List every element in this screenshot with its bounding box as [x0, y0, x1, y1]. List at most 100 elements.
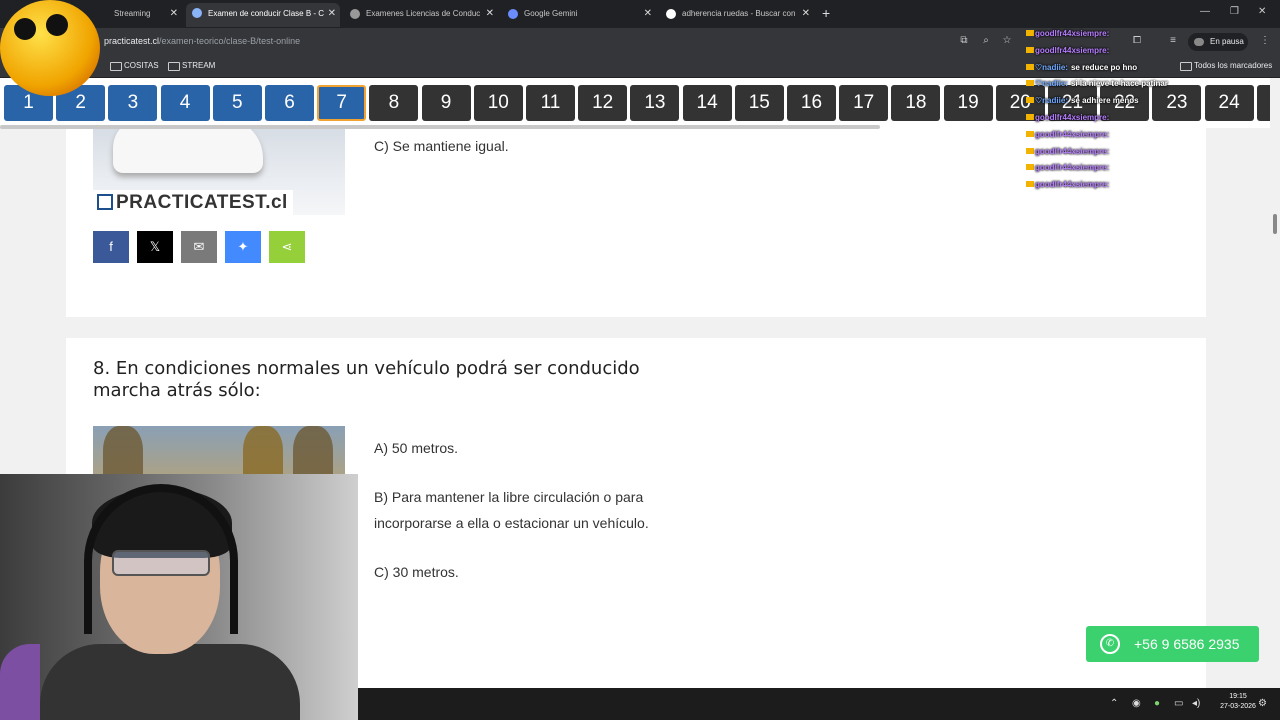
vertical-scrollbar[interactable]: [1270, 78, 1280, 688]
gemini-icon: [508, 9, 518, 19]
question-number-button[interactable]: 16: [787, 85, 836, 121]
globe-icon: [350, 9, 360, 19]
question-number-button[interactable]: 15: [734, 85, 784, 121]
question-number-button[interactable]: 10: [473, 85, 523, 121]
question-number-button[interactable]: 17: [839, 85, 889, 121]
chat-message: goodlfr44xsiempre:: [1026, 29, 1112, 38]
question-number-button[interactable]: 18: [891, 85, 941, 121]
scroll-thumb[interactable]: [1273, 214, 1277, 234]
horizontal-scrollbar[interactable]: [0, 125, 880, 129]
tab-examen-conducir[interactable]: Examen de conducir Clase B - C ✕: [186, 3, 340, 27]
option-b[interactable]: B) Para mantener la libre circulación o …: [374, 484, 694, 536]
close-tab-icon[interactable]: ✕: [170, 4, 178, 24]
close-tab-icon[interactable]: ✕: [486, 4, 494, 24]
chat-username: goodlfr44xsiempre:: [1035, 180, 1110, 190]
crown-badge-icon: [1026, 80, 1034, 87]
question-number-button[interactable]: 13: [630, 85, 680, 121]
screen: Streaming ✕ Examen de conducir Clase B -…: [0, 0, 1280, 720]
question-number-button[interactable]: 14: [682, 85, 732, 121]
crown-badge-icon: [1026, 114, 1034, 120]
person-shirt: [40, 644, 300, 720]
tab-examenes-licencias[interactable]: Examenes Licencias de Conduc ✕: [344, 4, 498, 24]
close-tab-icon[interactable]: ✕: [802, 4, 810, 24]
chat-username: goodlfr44xsiempre:: [1035, 146, 1110, 156]
tab-title: Google Gemini: [524, 9, 578, 18]
chat-text: si la nieve te hace patinar: [1070, 79, 1168, 89]
chat-username: goodlfr44xsiempre:: [1035, 45, 1110, 55]
tab-streaming[interactable]: Streaming ✕: [92, 4, 182, 24]
share-button[interactable]: ⋖: [269, 231, 305, 263]
microphone-icon[interactable]: ●: [1154, 698, 1160, 709]
zoom-icon[interactable]: ⌕: [980, 35, 992, 47]
restore-icon[interactable]: ❐: [1230, 6, 1239, 17]
facebook-share-button[interactable]: f: [93, 231, 129, 263]
chat-message: goodlfr44xsiempre:: [1026, 130, 1112, 139]
chat-username: ♡nadiie:: [1035, 79, 1068, 89]
tab-title: Examenes Licencias de Conduc: [366, 9, 481, 18]
tab-adherencia-ruedas[interactable]: adherencia ruedas - Buscar con ✕: [660, 4, 814, 24]
close-tab-icon[interactable]: ✕: [328, 3, 336, 25]
question-number-button[interactable]: 2: [1256, 85, 1270, 121]
question-number-button[interactable]: 12: [578, 85, 628, 121]
url-field[interactable]: practicatest.cl/examen-teorico/clase-B/t…: [104, 36, 300, 46]
discord-icon[interactable]: ◉: [1132, 698, 1141, 709]
close-window-icon[interactable]: ✕: [1258, 6, 1266, 17]
bookmark-star-icon[interactable]: ☆: [1001, 35, 1013, 47]
install-app-icon[interactable]: ⧉: [958, 35, 970, 47]
messenger-icon: ✦: [237, 239, 249, 254]
email-icon: ✉: [193, 239, 205, 254]
bookmark-folder-stream[interactable]: STREAM: [168, 61, 215, 71]
question-number-button[interactable]: 6: [265, 85, 314, 121]
whatsapp-button[interactable]: ✆ +56 9 6586 2935: [1086, 626, 1259, 662]
whatsapp-phone: +56 9 6586 2935: [1134, 636, 1240, 652]
chat-text: se reduce po hno: [1070, 62, 1138, 72]
question-number-button[interactable]: 19: [943, 85, 993, 121]
tab-title: adherencia ruedas - Buscar con: [682, 9, 796, 18]
practicatest-logo: PRACTICATEST.cl: [97, 192, 288, 214]
new-tab-button[interactable]: +: [822, 4, 830, 22]
share-icon: ⋖: [281, 239, 293, 254]
question-number-button[interactable]: 3: [108, 85, 158, 121]
crown-badge-icon: [1026, 181, 1034, 188]
question-number-button[interactable]: 11: [526, 85, 575, 121]
clock-time: 19:15: [1229, 693, 1247, 700]
chat-username: goodlfr44xsiempre:: [1035, 113, 1110, 122]
chat-message: goodlfr44xsiempre:: [1026, 163, 1112, 172]
tray-chevron-icon[interactable]: ⌃: [1110, 698, 1118, 709]
chat-username: goodlfr44xsiempre:: [1035, 129, 1110, 139]
bookmark-folder-cositas[interactable]: COSITAS: [110, 61, 159, 71]
system-clock[interactable]: 19:15 27-03-2026: [1208, 692, 1268, 712]
email-share-button[interactable]: ✉: [181, 231, 217, 263]
x-icon: 𝕏: [149, 239, 161, 254]
tab-google-gemini[interactable]: Google Gemini ✕: [502, 4, 656, 24]
messenger-share-button[interactable]: ✦: [225, 231, 261, 263]
chat-username: goodlfr44xsiempre:: [1035, 29, 1110, 38]
x-share-button[interactable]: 𝕏: [137, 231, 173, 263]
menu-icon[interactable]: ⋮: [1259, 35, 1271, 47]
chat-message: ♡nadiie: si la nieve te hace patinar: [1026, 79, 1168, 88]
option-c[interactable]: C) 30 metros.: [374, 559, 459, 585]
whatsapp-icon: ✆: [1100, 634, 1120, 654]
url-host: practicatest.cl: [104, 36, 160, 46]
chat-message: ♡nadiie: se reduce po hno: [1026, 63, 1137, 72]
volume-icon[interactable]: ◂): [1192, 698, 1200, 709]
option-a[interactable]: A) 50 metros.: [374, 435, 458, 461]
question-number-button[interactable]: 5: [212, 85, 262, 121]
question-number-button[interactable]: 8: [369, 85, 419, 121]
option-c-prev[interactable]: C) Se mantiene igual.: [374, 133, 509, 159]
glasses: [112, 550, 210, 576]
mascot-eye: [46, 14, 68, 36]
crown-badge-icon: [1026, 164, 1034, 171]
check-icon: [97, 194, 113, 210]
crown-badge-icon: [1026, 130, 1034, 137]
question-number-button[interactable]: 4: [160, 85, 210, 121]
close-tab-icon[interactable]: ✕: [644, 4, 652, 24]
question-number-button[interactable]: 9: [421, 85, 471, 121]
chat-text: se adhiere menos: [1070, 96, 1139, 106]
chat-message: goodlfr44xsiempre:: [1026, 113, 1112, 122]
chat-message: ♡nadiie: se adhiere menos: [1026, 96, 1139, 105]
chat-username: ♡nadiie:: [1035, 62, 1068, 72]
question-number-button[interactable]: 7: [317, 85, 367, 121]
network-icon[interactable]: ▭: [1174, 698, 1183, 709]
stream-chat-overlay: goodlfr44xsiempre: goodlfr44xsiempre: ♡nad…: [1026, 0, 1226, 190]
